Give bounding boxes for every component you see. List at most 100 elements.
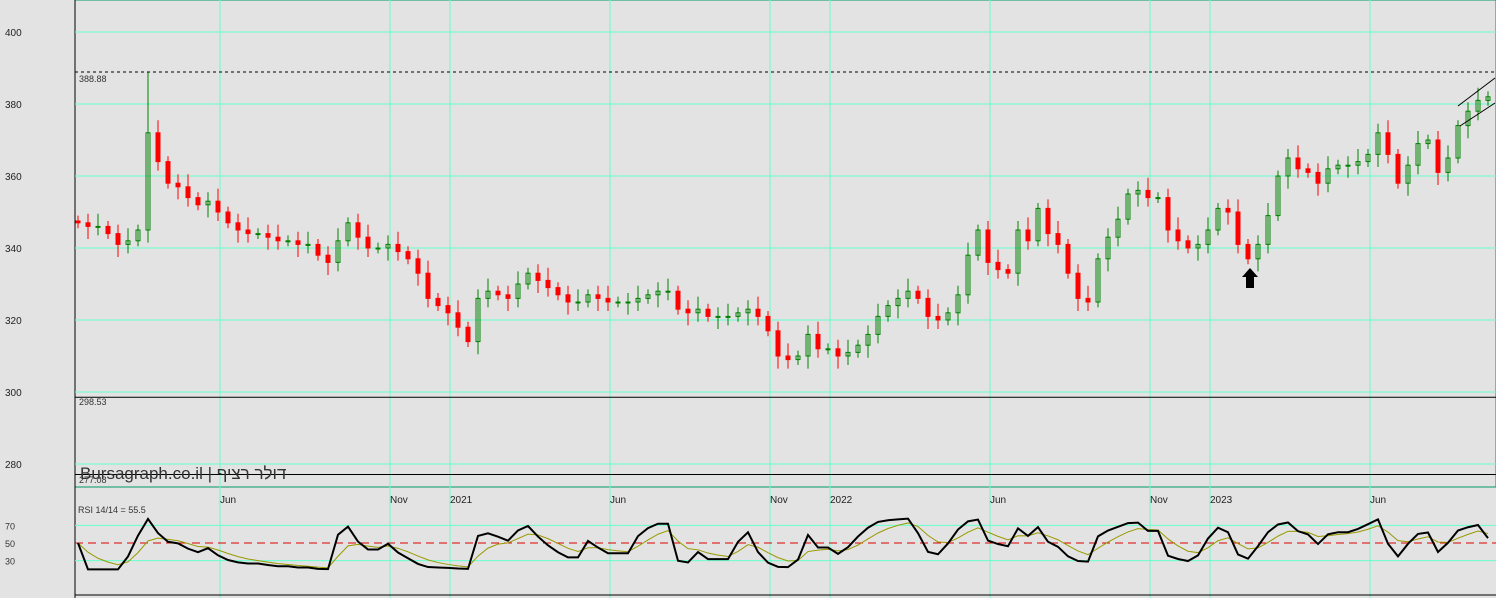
candle-body [1085,297,1091,303]
candle-body [665,290,671,293]
x-tick-label: 2022 [830,495,853,506]
x-tick-label: Jun [990,495,1006,506]
candle-body [925,297,931,317]
candle-body [245,229,251,235]
candle-body [985,229,991,263]
candle-body [595,294,601,299]
candle-body [1165,197,1171,231]
rsi-tick-label: 30 [5,557,15,567]
candle-body [185,186,191,199]
candle-body [215,200,221,213]
candle-body [305,243,311,246]
y-tick-label: 280 [5,460,22,471]
x-tick-label: 2021 [450,495,473,506]
candle-body [1245,243,1251,260]
candle-body [1175,229,1181,242]
candle-body [715,315,721,318]
candle-body [1395,153,1401,184]
candle-body [1295,157,1301,170]
candle-body [785,355,791,361]
candle-body [425,272,431,299]
candle-body [535,272,541,281]
candle-body [1155,197,1161,200]
candle-body [75,220,81,224]
candle-body [255,233,261,236]
candle-body [105,225,111,235]
candle-body [395,243,401,253]
candle-body [625,301,631,304]
candle-body [1075,272,1081,299]
candle-body [775,330,781,357]
x-tick-label: Jun [1370,495,1386,506]
candle-body [995,261,1001,271]
candle-body [1185,240,1191,249]
candle-body [565,294,571,303]
candle-body [755,308,761,317]
candle-body [1065,243,1071,274]
candle-body [825,348,831,351]
candle-body [1005,269,1011,274]
candle-body [1025,229,1031,242]
candle-body [325,254,331,263]
candle-body [115,233,121,245]
candle-body [435,297,441,307]
candle-body [1225,207,1231,213]
y-tick-label: 400 [5,28,22,39]
rsi-tick-label: 70 [5,521,15,531]
candle-body [1385,132,1391,155]
candle-body [765,315,771,332]
y-tick-label: 300 [5,388,22,399]
x-tick-label: Nov [770,495,788,506]
y-tick-label: 340 [5,244,22,255]
candle-body [355,222,361,238]
candle-body [195,197,201,206]
candle-body [815,333,821,350]
candle-body [705,308,711,317]
candle-body [615,301,621,304]
candle-body [265,233,271,238]
candle-body [315,243,321,256]
candle-body [465,326,471,343]
candle-body [405,251,411,260]
x-tick-label: Nov [1150,495,1168,506]
level-label-1: 298.53 [79,397,107,407]
rsi-label: RSI 14/14 = 55.5 [78,505,146,515]
candle-body [235,222,241,231]
candle-body [505,294,511,299]
candle-body [675,290,681,310]
max-value-label: 388.88 [79,74,107,84]
candle-body [285,240,291,243]
candle-body [725,315,731,318]
candle-body [275,236,281,242]
candle-body [95,225,101,228]
rsi-tick-label: 50 [5,539,15,549]
candle-body [1045,207,1051,235]
candle-body [605,297,611,303]
x-tick-label: 2023 [1210,495,1233,506]
candle-body [555,287,561,296]
candle-body [445,305,451,314]
candle-body [85,222,91,227]
candle-body [1315,171,1321,184]
candle-body [165,161,171,184]
x-tick-label: Nov [390,495,408,506]
candle-body [175,182,181,188]
price-chart: 400 380 360 340 320 300 280 Jun Nov 2021 Jun Nov 202… [0,0,1496,598]
candle-body [1055,233,1061,245]
candle-body [455,312,461,328]
candle-body [1435,139,1441,173]
candle-body [935,315,941,321]
y-tick-label: 380 [5,100,22,111]
candle-body [225,211,231,224]
x-tick-label: Jun [610,495,626,506]
candle-body [155,132,161,163]
chart-background [0,0,1496,598]
candle-body [295,240,301,245]
candle-body [685,308,691,314]
candle-body [365,236,371,249]
candle-body [1145,189,1151,199]
candle-body [1235,211,1241,245]
watermark: Bursagraph.co.il | דולר רציף [80,464,286,483]
candle-body [495,290,501,296]
candle-body [545,279,551,289]
